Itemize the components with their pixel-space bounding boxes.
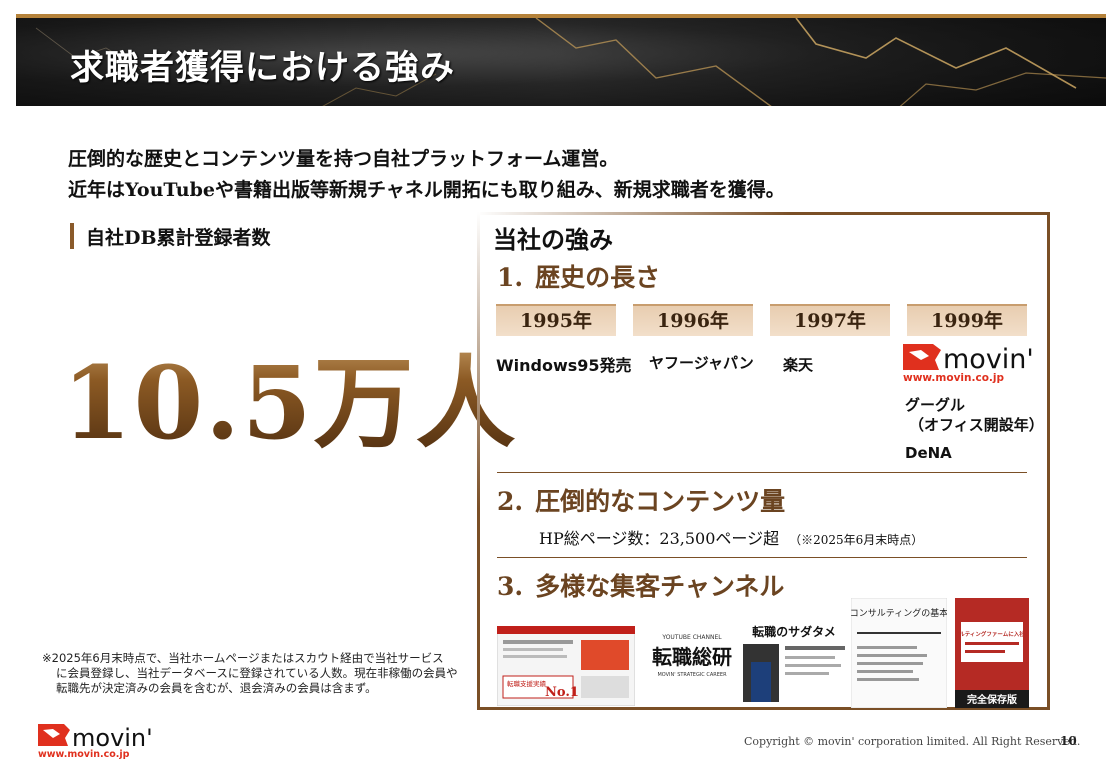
section-number: 1. [497,263,524,292]
book-consulting-basics: コンサルティングの基本 [851,598,947,708]
strengths-panel: 当社の強み 1. 歴史の長さ 1995年 1996年 1997年 1999年 Wi… [477,212,1050,710]
book2-band: 完全保存版 [967,693,1017,706]
footnote: ※2025年6月末時点で、当社ホームページまたはスカウト経由で当社サービス に会… [42,651,472,696]
movin-logo: movin' www.movin.co.jp [903,344,1034,384]
year-1997: 1997年 [770,304,890,336]
year-timeline: 1995年 1996年 1997年 1999年 [496,304,1044,336]
db-section-label: 自社DB累計登録者数 [70,222,271,250]
section-title: 多様な集客チャンネル [535,572,785,601]
intro-line-1: 圧倒的な歴史とコンテンツ量を持つ自社プラットフォーム運営。 [68,148,619,170]
event-1996: ヤフージャパン [649,354,754,372]
db-label-text: 自社DB累計登録者数 [86,226,271,249]
event-1995: Windows95発売 [496,356,632,375]
panel-edge-left [477,212,480,707]
book-consulting-firm: 「コンサルティングファームに入社したい」 完全保存版 [955,598,1029,708]
copyright: Copyright © movin' corporation limited. … [744,735,1081,748]
section-content-heading: 2. 圧倒的なコンテンツ量 [497,482,785,518]
section-number: 2. [497,487,524,516]
footer-movin-logo: movin' www.movin.co.jp [38,724,153,760]
hp-pages-text: HP総ページ数：23,500ページ超 [539,529,780,548]
page-title: 求職者獲得における強み [70,48,455,88]
panel-title: 当社の強み [493,225,613,254]
yt-channel-caption: YOUTUBE CHANNEL [661,634,722,641]
website-thumbnail: 転職支援実績 No.1 [497,626,635,706]
divider [497,557,1027,558]
website-badge: No.1 [545,685,579,700]
section-title: 歴史の長さ [535,263,661,292]
footnote-line-1: ※2025年6月末時点で、当社ホームページまたはスカウト経由で当社サービス [42,651,444,665]
yt-channel-sub: MOVIN' STRATEGIC CAREER [657,672,727,678]
footnote-line-3: 転職先が決定済みの会員を含むが、退会済みの会員は含まず。 [56,681,377,695]
year-1996: 1996年 [633,304,753,336]
section-title: 圧倒的なコンテンツ量 [535,487,786,516]
panel-edge-top [477,212,1047,215]
registrant-count: 10.5万人 [62,322,518,467]
footnote-line-2: に会員登録し、当社データベースに登録されている人数。現在非稼働の会員や [56,666,458,680]
yt2-title: 転職のサダタメ [752,624,836,639]
youtube-sadatame-thumbnail: 転職のサダタメ [739,622,849,706]
hp-pages-note: （※2025年6月末時点） [789,533,924,547]
header-banner: 求職者獲得における強み [16,14,1106,106]
year-1999: 1999年 [907,304,1027,336]
footer-logo-word: movin' [72,724,153,752]
intro-text: 圧倒的な歴史とコンテンツ量を持つ自社プラットフォーム運営。 近年はYouTube… [68,144,785,206]
page-number: 10 [1060,734,1077,748]
movin-logo-word: movin' [943,344,1034,375]
footer-logo-url: www.movin.co.jp [38,749,130,760]
section-history-heading: 1. 歴史の長さ [497,258,660,294]
intro-line-2: 近年はYouTubeや書籍出版等新規チャネル開拓にも取り組み、新規求職者を獲得。 [68,179,785,201]
movin-logo-url: www.movin.co.jp [903,372,1005,384]
youtube-channel-thumbnail: YOUTUBE CHANNEL 転職総研 MOVIN' STRATEGIC CA… [637,630,747,690]
section-number: 3. [497,572,524,601]
year-1995: 1995年 [496,304,616,336]
event-1997: 楽天 [783,356,814,374]
hp-pages: HP総ページ数：23,500ページ超 （※2025年6月末時点） [539,525,923,549]
website-tagline: 転職支援実績 [507,679,547,688]
label-accent-bar [70,223,74,249]
yt-channel-title: 転職総研 [652,645,732,669]
book2-title: 「コンサルティングファームに入社したい」 [955,630,1029,638]
event-1999-google: グーグル [905,396,966,414]
divider [497,472,1027,473]
event-1999-dena: DeNA [905,444,952,462]
section-channels-heading: 3. 多様な集客チャンネル [497,567,784,603]
event-1999-note: （オフィス開設年） [909,416,1044,434]
book1-title: コンサルティングの基本 [851,607,947,619]
